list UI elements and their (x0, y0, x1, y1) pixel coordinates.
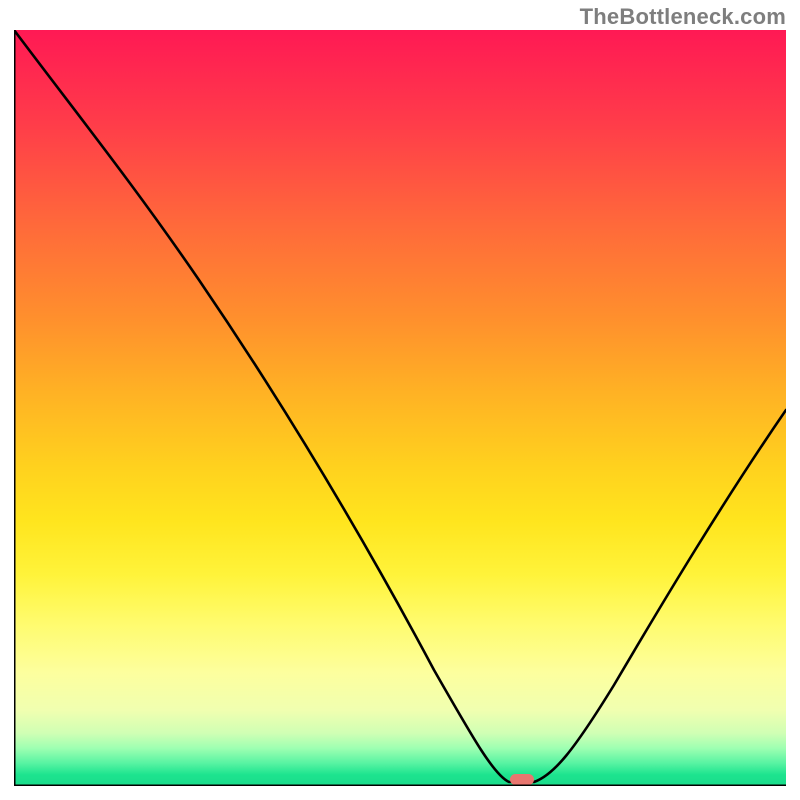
chart-svg (14, 30, 786, 786)
optimal-marker (510, 774, 534, 785)
chart-container: TheBottleneck.com (0, 0, 800, 800)
bottleneck-curve (14, 30, 786, 782)
plot-area (14, 30, 786, 786)
watermark-text: TheBottleneck.com (580, 4, 786, 30)
